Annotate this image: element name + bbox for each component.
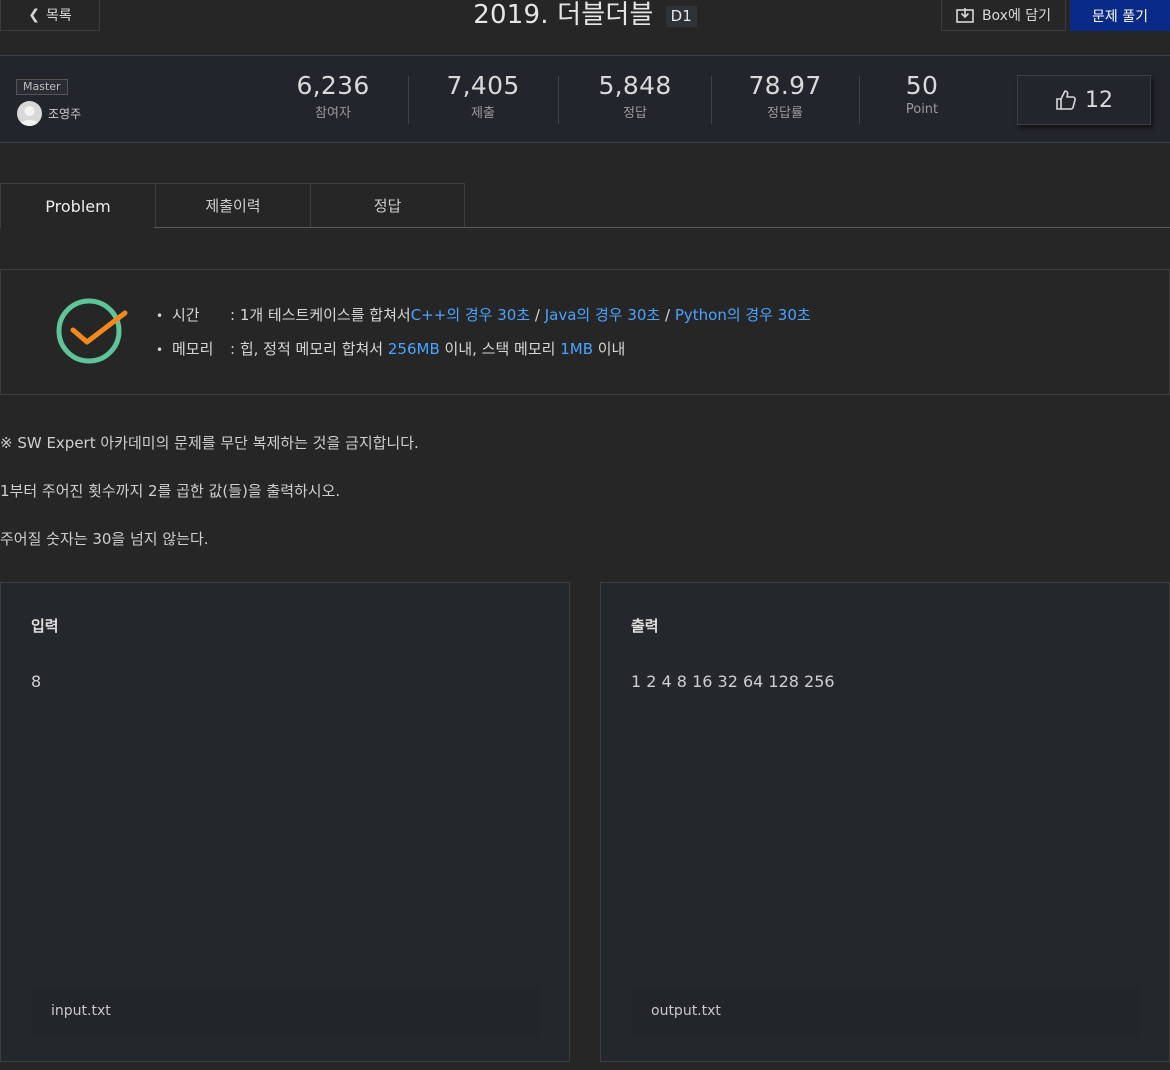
- divider: [558, 76, 559, 124]
- submissions-value: 7,405: [446, 71, 520, 100]
- input-value: 8: [31, 672, 42, 691]
- author[interactable]: 조영주: [17, 101, 81, 126]
- submissions-label: 제출: [471, 106, 495, 121]
- author-name: 조영주: [48, 107, 82, 121]
- memory-limit-label: 메모리: [172, 340, 214, 358]
- input-example-box: 입력 8 input.txt: [0, 582, 570, 1062]
- user-icon: [20, 106, 39, 126]
- limits-box: • 시간 : 1개 테스트케이스를 합쳐서 C++의 경우 30초 / Java…: [0, 269, 1170, 395]
- tab-answers[interactable]: 정답: [310, 183, 465, 228]
- output-example-box: 출력 1 2 4 8 16 32 64 128 256 output.txt: [600, 582, 1170, 1062]
- correct-rate-label: 정답률: [767, 106, 803, 121]
- memory-limit-row: • 메모리 : 힙, 정적 메모리 합쳐서 256MB 이내, 스택 메모리 1…: [156, 338, 625, 359]
- time-limit-java: Java의 경우 30초: [544, 306, 661, 324]
- copyright-notice: ※ SW Expert 아카데미의 문제를 무단 복제하는 것을 금지합니다.: [0, 434, 419, 452]
- solve-problem-button[interactable]: 문제 풀기: [1070, 0, 1170, 31]
- level-badge: D1: [665, 6, 697, 27]
- stat-submissions: 7,405 제출: [408, 71, 558, 121]
- correct-rate-value: 78.97: [748, 71, 822, 100]
- stat-correct-rate: 78.97 정답률: [710, 71, 860, 121]
- point-value: 50: [905, 71, 939, 100]
- time-limit-python: Python의 경우 30초: [674, 306, 811, 324]
- separator: /: [530, 306, 545, 324]
- problem-constraint: 주어질 숫자는 30을 넘지 않는다.: [0, 530, 209, 548]
- memory-heap-limit: 256MB: [387, 340, 440, 358]
- author-rank-badge: Master: [16, 79, 68, 95]
- problem-description: 1부터 주어진 횟수까지 2를 곱한 값(들)을 출력하시오.: [0, 482, 341, 500]
- output-title: 출력: [631, 617, 659, 635]
- add-to-box-label: Box에 담기: [981, 8, 1052, 24]
- stats-bar: Master 조영주 6,236 참여자 7,405 제출 5,848 정답 7…: [0, 55, 1170, 143]
- memory-limit-prefix: : 힙, 정적 메모리 합쳐서: [230, 340, 388, 358]
- point-label: Point: [905, 102, 939, 117]
- problem-page: ❮ 목록 2019. 더블더블 D1 Box에 담기 문제 풀기 Master …: [0, 0, 1170, 1070]
- stat-point: 50 Point: [847, 71, 997, 117]
- bullet-icon: •: [156, 309, 164, 323]
- stat-correct: 5,848 정답: [560, 71, 710, 121]
- time-limit-label: 시간: [172, 306, 200, 324]
- problem-title: 2019. 더블더블: [473, 0, 654, 30]
- participants-value: 6,236: [296, 71, 370, 100]
- download-box-icon: [956, 8, 974, 23]
- time-limit-cpp: C++의 경우 30초: [410, 306, 531, 324]
- like-button[interactable]: 12: [1017, 75, 1151, 125]
- separator: /: [660, 306, 675, 324]
- input-file-link[interactable]: input.txt: [31, 986, 539, 1036]
- memory-limit-suffix: 이내: [592, 340, 626, 358]
- add-to-box-button[interactable]: Box에 담기: [941, 0, 1066, 31]
- memory-limit-mid: 이내, 스택 메모리: [439, 340, 561, 358]
- tab-problem[interactable]: Problem: [0, 183, 155, 228]
- time-limit-prefix: : 1개 테스트케이스를 합쳐서: [230, 306, 411, 324]
- input-title: 입력: [31, 617, 59, 635]
- correct-value: 5,848: [598, 71, 672, 100]
- stat-participants: 6,236 참여자: [258, 71, 408, 121]
- output-file-link[interactable]: output.txt: [631, 986, 1139, 1036]
- output-value: 1 2 4 8 16 32 64 128 256: [631, 672, 835, 691]
- avatar: [17, 101, 42, 126]
- tabs-underline: [154, 227, 1170, 228]
- time-limit-row: • 시간 : 1개 테스트케이스를 합쳐서 C++의 경우 30초 / Java…: [156, 304, 811, 325]
- problem-tabs: Problem 제출이력 정답: [0, 183, 465, 228]
- participants-label: 참여자: [315, 106, 351, 121]
- clock-check-icon: [56, 298, 128, 364]
- like-count: 12: [1085, 87, 1113, 113]
- thumbs-up-icon: [1056, 90, 1076, 110]
- correct-label: 정답: [623, 106, 647, 121]
- memory-stack-limit: 1MB: [560, 340, 593, 358]
- tab-submission-history[interactable]: 제출이력: [155, 183, 310, 228]
- bullet-icon: •: [156, 343, 164, 357]
